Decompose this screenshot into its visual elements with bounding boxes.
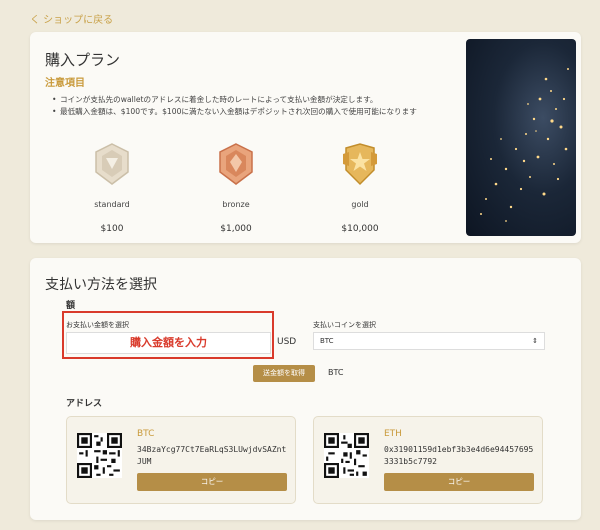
copy-btc-address-button[interactable]: コピー [137,473,287,491]
coin-select[interactable]: BTC ⇕ [313,332,545,350]
eth-qr-code-icon [324,433,369,478]
plan-title: 購入プラン [45,51,121,69]
coin-select-label: 支払いコインを選択 [313,321,376,329]
amount-label: 額 [66,301,76,311]
bronze-medal-icon [219,143,253,185]
address-label: アドレス [66,399,103,409]
eth-address-card: ETH 0x31901159d1ebf3b3e4d6e944576953331b… [313,416,543,504]
btc-address-card: BTC 34BzaYcg77Ct7EaRLqS3LUwjdvSAZntJUM コ… [66,416,296,504]
back-to-shop-link[interactable]: く ショップに戻る [30,11,113,26]
notice-list: コインが支払先のwalletのアドレスに着金した時のレートによって支払い金額が決… [52,94,442,118]
tier-standard[interactable]: standard $100 [72,142,152,234]
gold-medal-icon [343,143,377,186]
address-coin-name: ETH [384,429,402,439]
notice-item: 最低購入金額は、$100です。$100に満たない入金額はデポジットされ次回の購入… [52,106,442,118]
btc-qr-code-icon [77,433,122,478]
coin-result: BTC [328,368,344,377]
tier-price: $100 [100,224,124,234]
city-lights-icon [480,68,569,222]
tier-price: $1,000 [220,224,252,234]
tier-name: bronze [222,200,250,209]
amount-input[interactable]: 購入金額を入力 [66,332,271,354]
address-coin-name: BTC [137,429,155,439]
currency-label: USD [277,337,297,347]
earth-night-image [466,39,576,236]
purchase-plan-card: 購入プラン 注意項目 コインが支払先のwalletのアドレスに着金した時のレート… [30,32,581,243]
wallet-address: 34BzaYcg77Ct7EaRLqS3LUwjdvSAZntJUM [137,445,287,466]
standard-medal-icon [95,143,129,185]
tier-name: gold [351,200,369,209]
copy-eth-address-button[interactable]: コピー [384,473,534,491]
notice-item: コインが支払先のwalletのアドレスに着金した時のレートによって支払い金額が決… [52,94,442,106]
tier-name: standard [94,200,130,209]
amount-input-label: お支払い金額を選択 [66,321,129,329]
tier-bronze[interactable]: bronze $1,000 [196,142,276,234]
payment-title: 支払い方法を選択 [45,277,157,293]
coin-select-value: BTC [320,337,334,345]
tier-price: $10,000 [341,224,379,234]
payment-method-card: 支払い方法を選択 額 お支払い金額を選択 購入金額を入力 USD 支払いコインを… [30,258,581,520]
wallet-address: 0x31901159d1ebf3b3e4d6e944576953331b5c77… [384,445,534,466]
notice-title: 注意項目 [45,78,85,89]
get-amount-button[interactable]: 送金額を取得 [253,365,315,382]
tier-gold[interactable]: gold $10,000 [320,142,400,234]
chevron-updown-icon: ⇕ [532,337,538,345]
